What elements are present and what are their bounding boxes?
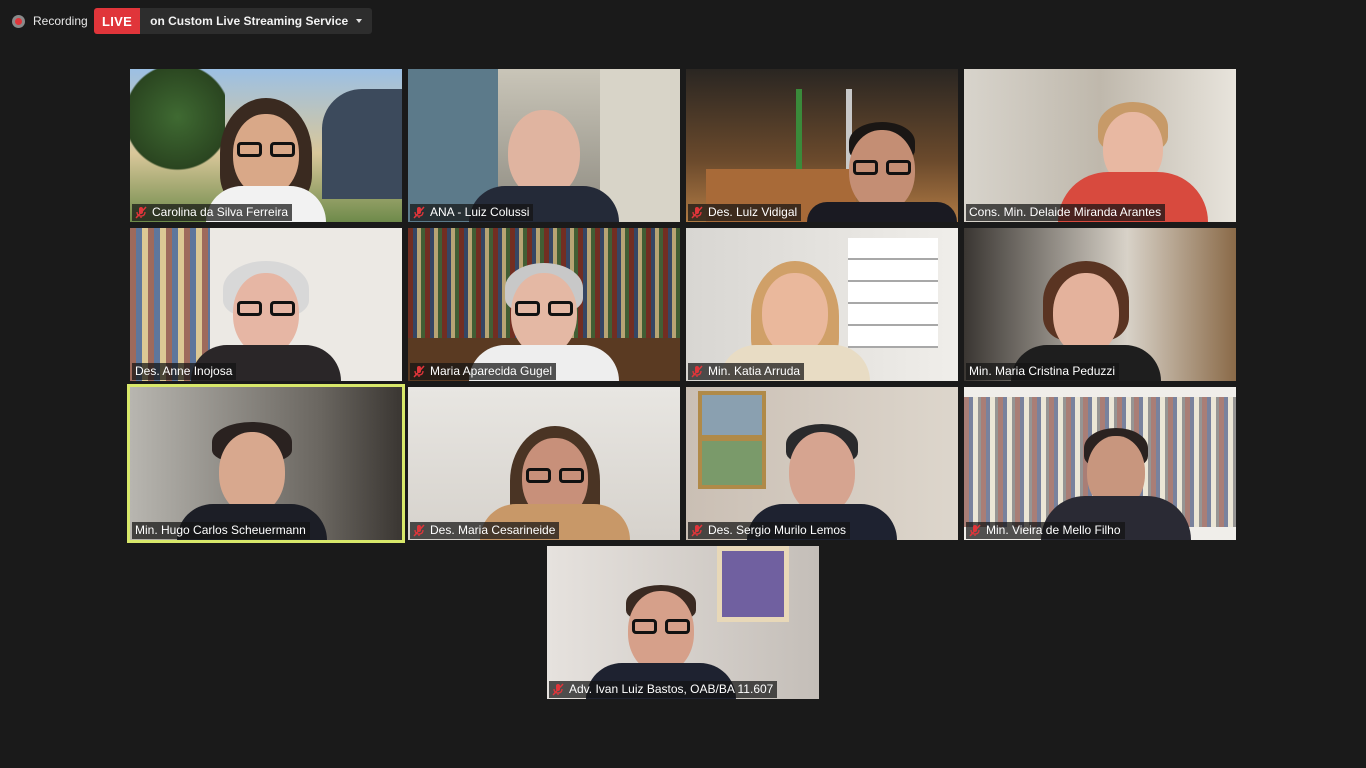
participant-video — [408, 69, 680, 222]
muted-mic-icon — [691, 364, 703, 378]
participant-video — [964, 228, 1236, 381]
video-tile[interactable]: Carolina da Silva Ferreira — [130, 69, 402, 222]
video-tile[interactable]: Min. Katia Arruda — [686, 228, 958, 381]
participant-name-label: Cons. Min. Delaide Miranda Arantes — [966, 204, 1166, 221]
recording-dot-icon — [12, 14, 25, 28]
live-badge: LIVE — [94, 8, 141, 34]
video-tile[interactable]: Des. Sergio Murilo Lemos — [686, 387, 958, 540]
participant-name: Des. Sergio Murilo Lemos — [708, 523, 847, 537]
video-tile[interactable]: ANA - Luiz Colussi — [408, 69, 680, 222]
participant-name: Carolina da Silva Ferreira — [152, 205, 289, 219]
participant-name: Maria Aparecida Gugel — [430, 364, 553, 378]
live-stream-control[interactable]: LIVE on Custom Live Streaming Service — [94, 8, 373, 34]
video-tile-active-speaker[interactable]: Min. Hugo Carlos Scheuermann — [127, 384, 405, 543]
participant-video — [964, 69, 1236, 222]
recording-label: Recording — [33, 14, 88, 28]
participant-name-label: Des. Maria Cesarineide — [410, 522, 560, 539]
participant-video — [408, 387, 680, 540]
video-tile[interactable]: Adv. Ivan Luiz Bastos, OAB/BA 11.607 — [547, 546, 819, 699]
participant-name: ANA - Luiz Colussi — [430, 205, 530, 219]
muted-mic-icon — [691, 523, 703, 537]
participant-video — [130, 228, 402, 381]
participant-video — [964, 387, 1236, 540]
participant-video — [547, 546, 819, 699]
participant-name-label: Min. Hugo Carlos Scheuermann — [132, 522, 310, 539]
chevron-down-icon — [356, 19, 363, 23]
video-tile[interactable]: Des. Anne Inojosa — [130, 228, 402, 381]
muted-mic-icon — [552, 682, 564, 696]
recording-indicator[interactable]: Recording — [12, 12, 88, 30]
video-tile[interactable]: Maria Aparecida Gugel — [408, 228, 680, 381]
participant-name-label: Des. Luiz Vidigal — [688, 204, 802, 221]
participant-video — [408, 228, 680, 381]
muted-mic-icon — [691, 205, 703, 219]
participant-name: Des. Anne Inojosa — [135, 364, 233, 378]
video-tile[interactable]: Des. Maria Cesarineide — [408, 387, 680, 540]
video-tile[interactable]: Min. Vieira de Mello Filho — [964, 387, 1236, 540]
participant-name-label: Des. Sergio Murilo Lemos — [688, 522, 851, 539]
participant-video — [686, 69, 958, 222]
muted-mic-icon — [135, 205, 147, 219]
participant-video — [130, 69, 402, 222]
participant-name-label: Min. Vieira de Mello Filho — [966, 522, 1125, 539]
video-tile[interactable]: Min. Maria Cristina Peduzzi — [964, 228, 1236, 381]
participant-name: Min. Vieira de Mello Filho — [986, 523, 1121, 537]
participant-name: Des. Maria Cesarineide — [430, 523, 556, 537]
participant-name-label: Adv. Ivan Luiz Bastos, OAB/BA 11.607 — [549, 681, 778, 698]
participant-name: Min. Hugo Carlos Scheuermann — [135, 523, 306, 537]
participant-name: Min. Katia Arruda — [708, 364, 801, 378]
live-service-dropdown[interactable]: on Custom Live Streaming Service — [140, 8, 373, 34]
muted-mic-icon — [413, 364, 425, 378]
participant-name-label: Carolina da Silva Ferreira — [132, 204, 293, 221]
participant-name-label: Min. Maria Cristina Peduzzi — [966, 363, 1120, 380]
participant-name: Min. Maria Cristina Peduzzi — [969, 364, 1116, 378]
live-service-label: on Custom Live Streaming Service — [150, 14, 349, 28]
participant-name-label: Min. Katia Arruda — [688, 363, 805, 380]
video-tile[interactable]: Des. Luiz Vidigal — [686, 69, 958, 222]
participant-video — [130, 387, 402, 540]
participant-video — [686, 387, 958, 540]
participant-name-label: Maria Aparecida Gugel — [410, 363, 557, 380]
participant-name: Cons. Min. Delaide Miranda Arantes — [969, 205, 1162, 219]
muted-mic-icon — [413, 205, 425, 219]
participant-video — [686, 228, 958, 381]
top-bar: Recording LIVE on Custom Live Streaming … — [0, 0, 1366, 42]
participant-name: Des. Luiz Vidigal — [708, 205, 798, 219]
participant-name: Adv. Ivan Luiz Bastos, OAB/BA 11.607 — [569, 682, 774, 696]
participant-name-label: Des. Anne Inojosa — [132, 363, 237, 380]
muted-mic-icon — [969, 523, 981, 537]
participant-name-label: ANA - Luiz Colussi — [410, 204, 534, 221]
muted-mic-icon — [413, 523, 425, 537]
video-tile[interactable]: Cons. Min. Delaide Miranda Arantes — [964, 69, 1236, 222]
